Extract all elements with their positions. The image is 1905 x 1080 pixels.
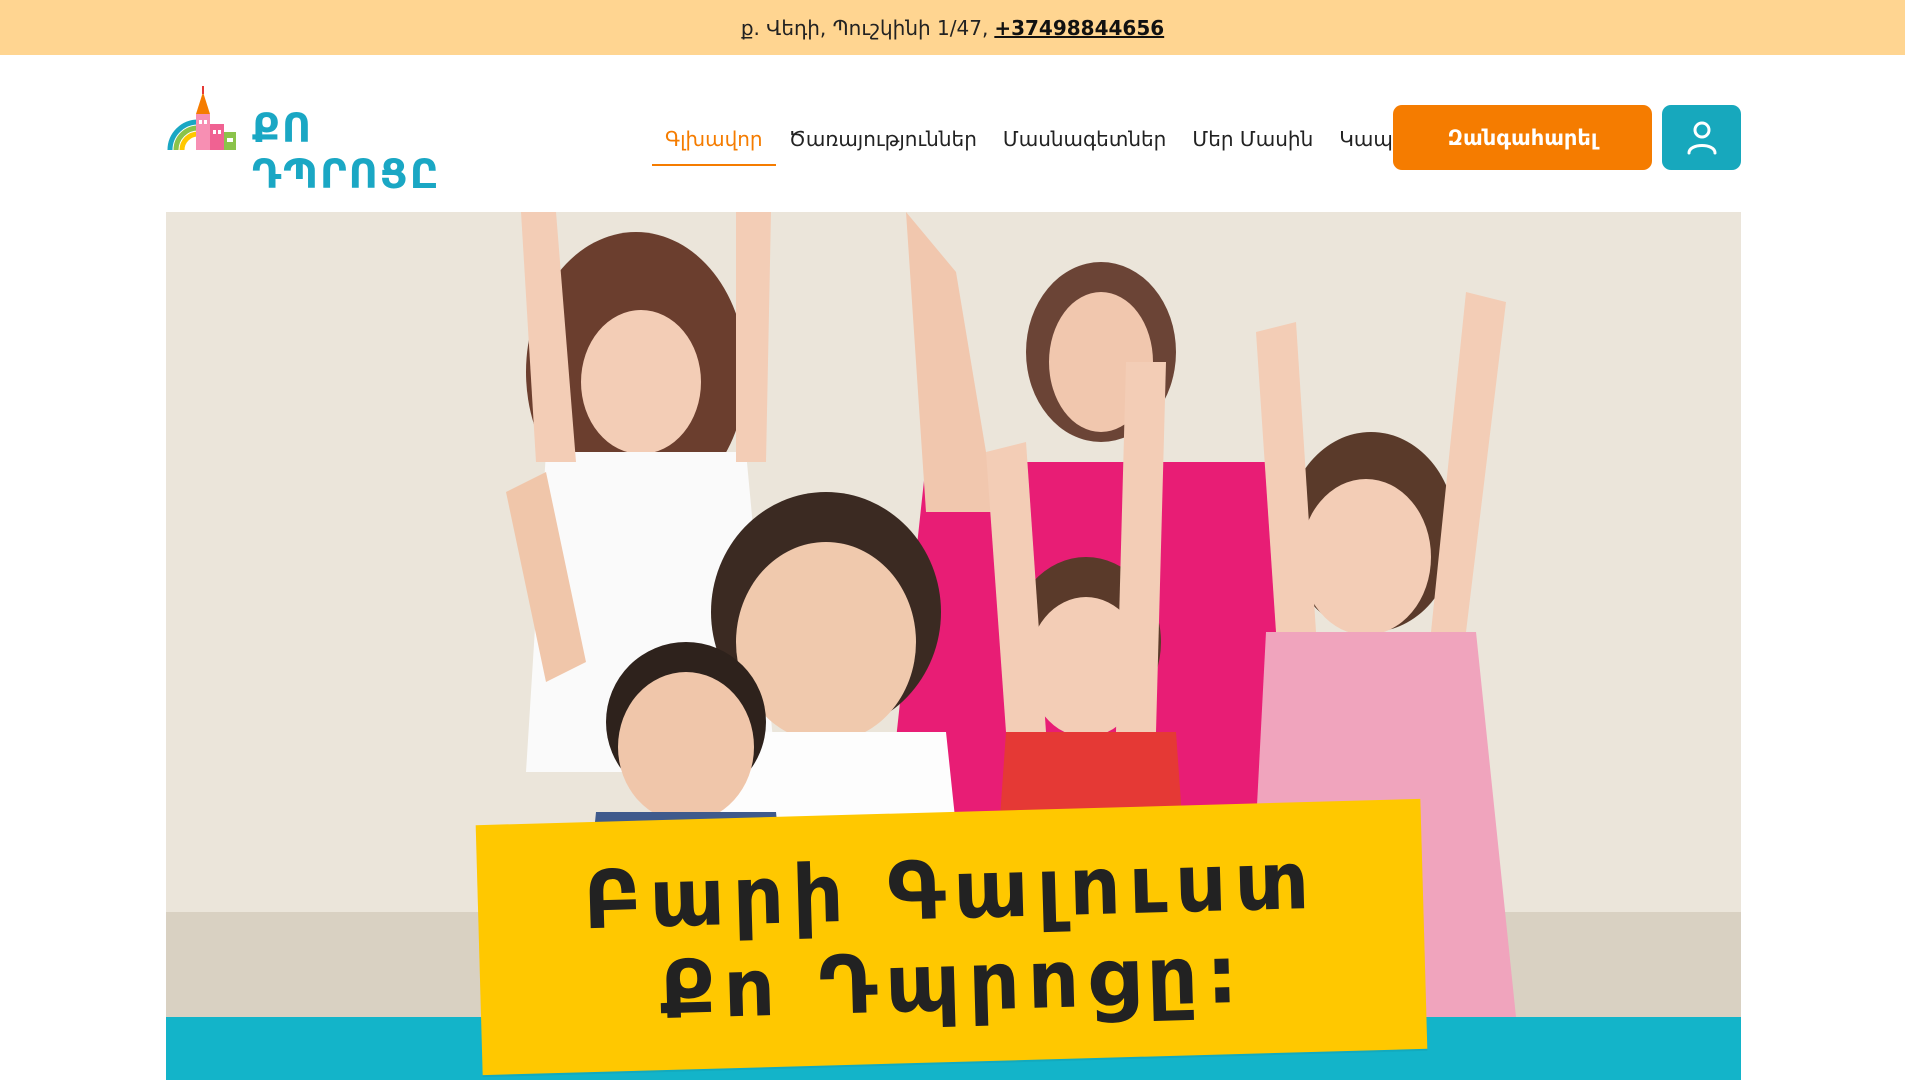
phone-link[interactable]: +37498844656 bbox=[994, 16, 1164, 40]
call-button[interactable]: Զանգահարել bbox=[1393, 105, 1652, 170]
top-info-bar: ք. Վեդի, Պուշկինի 1/47, +37498844656 bbox=[0, 0, 1905, 55]
welcome-banner: Բարի Գալուստ Քո Դպրոցը: bbox=[475, 798, 1428, 1076]
nav-item-specialists[interactable]: Մասնագետներ bbox=[990, 114, 1179, 164]
hero-section: Բարի Գալուստ Քո Դպրոցը: bbox=[166, 212, 1741, 1080]
site-header: ՔՈ ԴՊՐՈՑԸ Գլխավոր Ծառայություններ Մասնագ… bbox=[166, 84, 1741, 198]
welcome-heading-line-2: Քո Դպրոցը: bbox=[658, 927, 1248, 1038]
site-logo[interactable]: ՔՈ ԴՊՐՈՑԸ bbox=[166, 84, 439, 198]
nav-item-home[interactable]: Գլխավոր bbox=[652, 114, 776, 166]
nav-item-about[interactable]: Մեր Մասին bbox=[1179, 114, 1326, 164]
logo-wordmark: ՔՈ ԴՊՐՈՑԸ bbox=[252, 106, 441, 198]
address-text: ք. Վեդի, Պուշկինի 1/47, bbox=[740, 15, 989, 40]
main-navigation: Գլխավոր Ծառայություններ Մասնագետներ Մեր … bbox=[652, 114, 1406, 166]
nav-item-services[interactable]: Ծառայություններ bbox=[776, 114, 990, 164]
logo-building-icon bbox=[167, 86, 236, 151]
account-button[interactable] bbox=[1662, 105, 1741, 170]
user-icon bbox=[1687, 121, 1716, 154]
